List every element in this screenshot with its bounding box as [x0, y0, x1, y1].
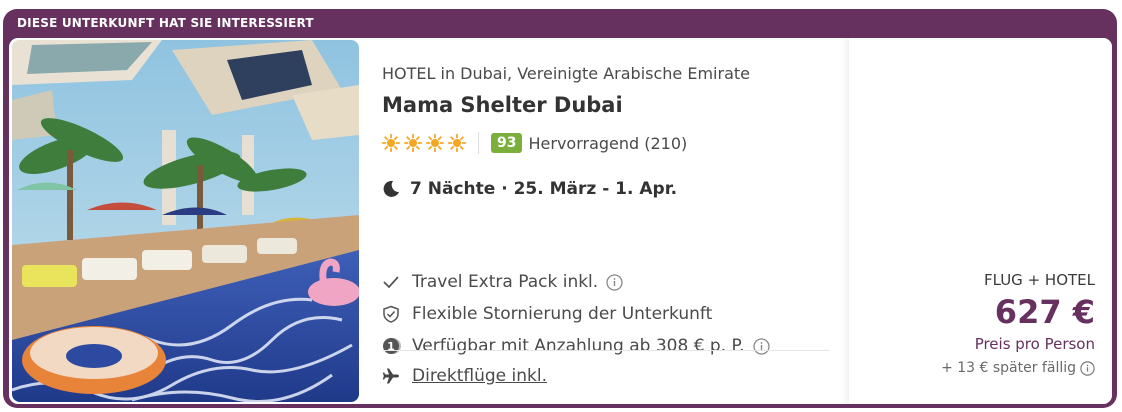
rating-separator — [478, 132, 479, 154]
card-content: HOTEL in Dubai, Vereinigte Arabische Emi… — [9, 38, 1112, 404]
sun-icon — [448, 134, 466, 152]
hotel-photo-image — [12, 40, 359, 402]
check-icon — [383, 276, 399, 289]
sun-icon — [404, 134, 422, 152]
hotel-location: HOTEL in Dubai, Vereinigte Arabische Emi… — [382, 64, 750, 83]
price: 627 € — [994, 293, 1095, 331]
trip-summary: 7 Nächte · 25. März - 1. Apr. — [382, 179, 677, 199]
shield-icon — [383, 305, 399, 323]
hotel-details: HOTEL in Dubai, Vereinigte Arabische Emi… — [382, 38, 842, 404]
flight-row: Direktflüge inkl. — [382, 366, 547, 386]
svg-text:1: 1 — [387, 340, 395, 353]
feature-text: Travel Extra Pack inkl. — [412, 272, 599, 292]
hotel-name[interactable]: Mama Shelter Dubai — [382, 93, 623, 117]
section-divider — [382, 350, 830, 351]
info-icon[interactable] — [606, 273, 623, 291]
direct-flights-link[interactable]: Direktflüge inkl. — [412, 366, 547, 386]
interest-banner: DIESE UNTERKUNFT HAT SIE INTERESSIERT — [17, 16, 314, 30]
hotel-photo[interactable] — [12, 40, 359, 402]
review-score-label[interactable]: Hervorragend (210) — [528, 134, 687, 153]
feature-deposit: 1 Verfügbar mit Anzahlung ab 308 € p. P. — [382, 336, 770, 356]
sun-icon — [426, 134, 444, 152]
feature-flexible-cancellation: Flexible Stornierung der Unterkunft — [382, 304, 712, 324]
feature-travel-extra: Travel Extra Pack inkl. — [382, 272, 623, 292]
feature-text: Verfügbar mit Anzahlung ab 308 € p. P. — [412, 336, 745, 356]
price-panel[interactable]: FLUG + HOTEL 627 € Preis pro Person + 13… — [849, 38, 1112, 404]
airplane-icon — [382, 368, 399, 384]
trip-dates: 7 Nächte · 25. März - 1. Apr. — [410, 179, 678, 199]
moon-icon — [383, 180, 399, 197]
rating-row: 93 Hervorragend (210) — [382, 131, 687, 155]
hotel-card[interactable]: DIESE UNTERKUNFT HAT SIE INTERESSIERT HO… — [3, 9, 1117, 408]
feature-text: Flexible Stornierung der Unterkunft — [412, 304, 713, 324]
review-score-badge: 93 — [491, 133, 523, 153]
info-icon[interactable] — [752, 337, 770, 355]
later-fee: + 13 € später fällig — [941, 360, 1095, 376]
deposit-icon: 1 — [383, 338, 401, 354]
info-icon[interactable] — [1080, 360, 1095, 376]
price-per-person-label: Preis pro Person — [974, 335, 1095, 353]
sun-rating — [382, 134, 466, 152]
later-fee-text: + 13 € später fällig — [941, 360, 1076, 376]
sun-icon — [382, 134, 400, 152]
package-type: FLUG + HOTEL — [983, 271, 1095, 289]
